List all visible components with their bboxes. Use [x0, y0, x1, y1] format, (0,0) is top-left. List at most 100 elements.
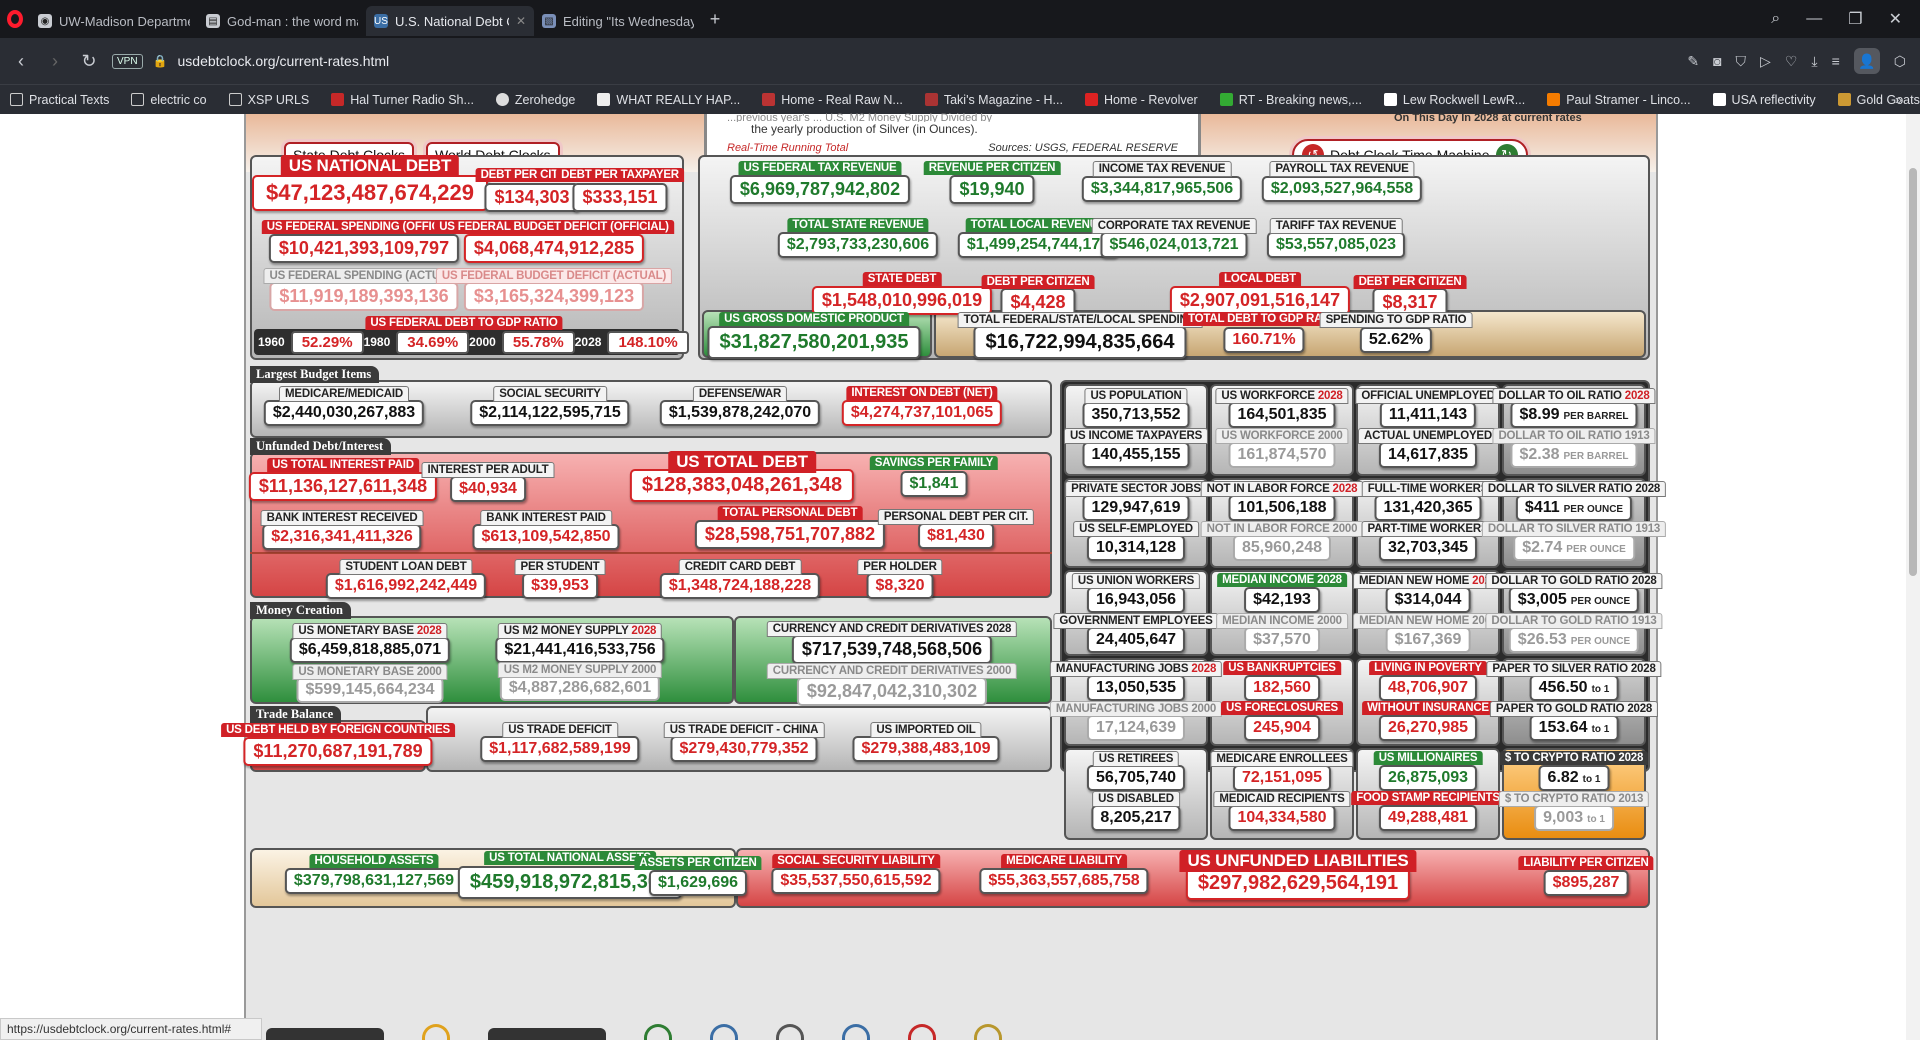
crypto-ratio-label: $ TO CRYPTO RATIO 2028: [1499, 751, 1649, 765]
person-icon[interactable]: [710, 1024, 738, 1040]
bottom-link[interactable]: [488, 1028, 606, 1040]
tab-label: UW-Madison Department: [59, 13, 190, 29]
oil-ratio-1913-value: $2.38 PER BARREL: [1510, 442, 1638, 468]
bookmark-item[interactable]: XSP URLS: [228, 93, 309, 107]
tab-editing[interactable]: ▧ Editing "Its Wednesday, no: [534, 6, 702, 36]
bookmark-item[interactable]: Practical Texts: [10, 93, 109, 107]
private-jobs-value: 129,947,619: [1082, 495, 1190, 521]
camera-icon[interactable]: ◙: [1713, 53, 1721, 69]
house-icon[interactable]: [644, 1024, 672, 1040]
ratio-item: 1960 52.29%: [258, 330, 364, 354]
debt-clock: State Debt Clocks World Debt Clocks ...p…: [221, 112, 1667, 1040]
population-value: 350,713,552: [1082, 402, 1190, 428]
total-spending-value: $16,722,994,835,664: [973, 326, 1187, 359]
back-icon[interactable]: ‹: [4, 44, 38, 78]
url-field[interactable]: usdebtclock.org/current-rates.html: [178, 53, 390, 69]
forward-icon[interactable]: ›: [38, 44, 72, 78]
silver-ratio-1913-value: $2.74 PER OUNCE: [1513, 535, 1635, 561]
bookmark-item[interactable]: Lew Rockwell LewR...: [1383, 93, 1525, 107]
manufacturing-jobs-value: 13,050,535: [1086, 675, 1186, 701]
federal-spending-value: $10,421,393,109,797: [268, 234, 460, 263]
private-jobs-label: PRIVATE SECTOR JOBS: [1065, 481, 1207, 497]
bookmark-item[interactable]: Home - Real Raw N...: [762, 93, 903, 107]
household-assets-label: HOUSEHOLD ASSETS: [309, 854, 439, 868]
extensions-icon[interactable]: ⬡: [1894, 53, 1906, 70]
more-bookmarks-icon[interactable]: »: [1895, 93, 1902, 107]
government-employees-value: 24,405,647: [1086, 627, 1186, 653]
debt-per-citizen-value: $134,303: [484, 183, 580, 212]
folder-icon: [228, 93, 242, 106]
tariff-tax-label: TARIFF TAX REVENUE: [1269, 218, 1403, 234]
gold-icon[interactable]: [974, 1024, 1002, 1040]
bookmark-item[interactable]: USA reflectivity: [1712, 93, 1816, 107]
personal-debt-per-citizen-value: $81,430: [918, 523, 994, 549]
play-icon[interactable]: ▷: [1760, 53, 1771, 70]
poverty-value: 48,706,907: [1378, 675, 1478, 701]
median-home-label: MEDIAN NEW HOME 2028: [1353, 573, 1503, 589]
oil-ratio-value: $8.99 PER BARREL: [1510, 402, 1638, 428]
close-tab-icon[interactable]: ✕: [516, 14, 526, 28]
trade-section-title: Trade Balance: [250, 706, 342, 723]
budget-item-value: $1,539,878,242,070: [659, 400, 821, 426]
silver-ratio-label: DOLLAR TO SILVER RATIO 2028: [1481, 481, 1667, 497]
reload-icon[interactable]: ↻: [72, 44, 106, 78]
bookmark-item[interactable]: Hal Turner Radio Sh...: [331, 93, 474, 107]
paper-gold-value: 153.64 to 1: [1529, 715, 1619, 741]
profile-avatar[interactable]: 👤: [1853, 48, 1880, 74]
lock-icon[interactable]: 🔒: [153, 54, 168, 68]
budget-deficit-value: $4,068,474,912,285: [463, 234, 645, 263]
tab-god-man[interactable]: ▤ God-man : the word made: [198, 6, 366, 36]
derivatives-2000-value: $92,847,042,310,302: [796, 677, 988, 706]
uninsured-value: 26,270,985: [1378, 715, 1478, 741]
opera-logo-icon[interactable]: [0, 0, 30, 38]
revenue-per-citizen-label: REVENUE PER CITIZEN: [923, 161, 1061, 175]
bookmark-item[interactable]: Paul Stramer - Linco...: [1547, 93, 1691, 107]
derivatives-value: $717,539,748,568,506: [791, 635, 993, 664]
money-section-title: Money Creation: [250, 602, 351, 619]
local-revenue-value: $1,499,254,744,176: [957, 232, 1119, 258]
bookmark-item[interactable]: RT - Breaking news,...: [1219, 93, 1362, 107]
median-income-2000-label: MEDIAN INCOME 2000: [1216, 613, 1348, 629]
tab-debt-clock[interactable]: US U.S. National Debt Clock : ✕: [366, 6, 534, 36]
minimize-icon[interactable]: —: [1806, 10, 1822, 28]
tab-uw-madison[interactable]: ◉ UW-Madison Department: [30, 6, 198, 36]
download-icon[interactable]: ⤓: [1811, 53, 1817, 70]
bookmark-item[interactable]: Home - Revolver: [1084, 93, 1198, 107]
medicare-liability-value: $55,363,557,685,758: [979, 868, 1149, 894]
scrollbar-thumb[interactable]: [1909, 168, 1917, 576]
coin-icon[interactable]: [422, 1024, 450, 1040]
restore-icon[interactable]: ❐: [1848, 9, 1862, 29]
site-icon: [1547, 93, 1561, 106]
gear-icon[interactable]: [776, 1024, 804, 1040]
bookmark-item[interactable]: Zerohedge: [495, 93, 575, 107]
bookmark-item[interactable]: electric co: [131, 93, 207, 107]
new-tab-icon[interactable]: +: [702, 6, 728, 32]
bottom-link[interactable]: [266, 1028, 384, 1040]
bookmark-item[interactable]: WHAT REALLY HAP...: [597, 93, 740, 107]
vpn-badge[interactable]: VPN: [112, 53, 143, 69]
spending-gdp-value: 52.62%: [1359, 327, 1433, 353]
full-time-value: 131,420,365: [1374, 495, 1482, 521]
student-loan-value: $1,616,992,242,449: [325, 573, 487, 599]
bookmark-item[interactable]: Gold Goats 'n Guns...: [1837, 93, 1920, 107]
bookmark-item[interactable]: Taki's Magazine - H...: [924, 93, 1063, 107]
liability-per-citizen-label: LIABILITY PER CITIZEN: [1518, 856, 1654, 870]
close-window-icon[interactable]: ✕: [1889, 9, 1902, 29]
globe-icon[interactable]: [842, 1024, 870, 1040]
toolbar-icons: ✎ ◙ ⛉ ▷ ♡ ⤓ ≡ 👤 ⬡: [1687, 38, 1906, 84]
shield-icon[interactable]: ⛉: [1736, 53, 1747, 70]
poverty-label: LIVING IN POVERTY: [1369, 661, 1487, 675]
total-debt-label: US TOTAL DEBT: [668, 451, 816, 473]
not-in-labor-force-value: 101,506,188: [1228, 495, 1336, 521]
edit-icon[interactable]: ✎: [1687, 53, 1699, 70]
m2-supply-label: US M2 MONEY SUPPLY 2028: [497, 623, 663, 639]
heart-icon[interactable]: ♡: [1785, 53, 1798, 70]
national-debt-label: US NATIONAL DEBT: [280, 155, 460, 177]
search-tabs-icon[interactable]: ⌕: [1771, 10, 1780, 28]
bottom-links-row: [266, 1018, 1646, 1040]
monetary-base-label: US MONETARY BASE 2028: [292, 623, 448, 639]
menu-icon[interactable]: ≡: [1832, 53, 1840, 69]
unfunded-liabilities-label: US UNFUNDED LIABILITIES: [1179, 850, 1417, 872]
chart-icon[interactable]: [908, 1024, 936, 1040]
bankruptcies-value: 182,560: [1244, 675, 1320, 701]
